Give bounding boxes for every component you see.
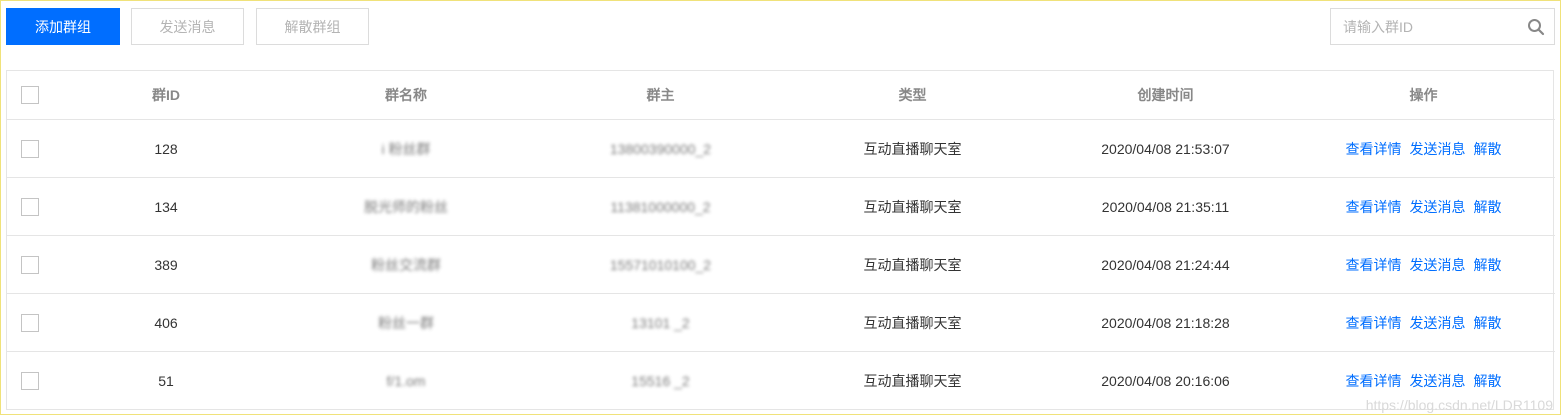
table-row: 389 粉丝交流群 15571010100_2 互动直播聊天室 2020/04/… xyxy=(7,235,1555,294)
dismiss-link[interactable]: 解散 xyxy=(1474,141,1502,157)
group-id-cell: 51 xyxy=(158,372,174,389)
row-checkbox[interactable] xyxy=(21,197,39,216)
send-message-link[interactable]: 发送消息 xyxy=(1410,199,1466,215)
table-row: 134 脱光师的粉丝 11381000000_2 互动直播聊天室 2020/04… xyxy=(7,177,1555,236)
dismiss-link[interactable]: 解散 xyxy=(1474,373,1502,389)
view-details-link[interactable]: 查看详情 xyxy=(1346,315,1402,331)
table-header-row: 群ID 群名称 群主 类型 创建时间 操作 xyxy=(7,71,1555,120)
view-details-link[interactable]: 查看详情 xyxy=(1346,141,1402,157)
header-group-name: 群名称 xyxy=(277,71,535,120)
group-table: 群ID 群名称 群主 类型 创建时间 操作 128 i 粉丝群 13800390… xyxy=(6,70,1555,410)
view-details-link[interactable]: 查看详情 xyxy=(1346,373,1402,389)
row-select-cell xyxy=(7,352,55,410)
group-id-cell: 134 xyxy=(55,177,277,236)
search-icon[interactable] xyxy=(1527,18,1545,36)
owner-cell: 13800390000_2 xyxy=(535,119,786,178)
group-name-cell: i 粉丝群 xyxy=(277,119,535,178)
owner-cell: 15571010100_2 xyxy=(535,235,786,294)
add-group-button[interactable]: 添加群组 xyxy=(6,8,120,45)
actions-cell: 查看详情 发送消息 解散 xyxy=(1292,119,1555,178)
group-id-search-input[interactable] xyxy=(1343,18,1513,36)
row-checkbox[interactable] xyxy=(21,255,39,274)
row-select-cell xyxy=(7,177,55,236)
type-cell: 互动直播聊天室 xyxy=(786,177,1039,236)
row-checkbox[interactable] xyxy=(21,139,39,158)
row-select-cell xyxy=(7,119,55,178)
owner-cell: 13101 _2 xyxy=(535,293,786,352)
send-message-link[interactable]: 发送消息 xyxy=(1410,257,1466,273)
created-at-cell: 2020/04/08 21:35:11 xyxy=(1039,177,1292,236)
created-at-cell: 2020/04/08 20:16:06 xyxy=(1101,372,1230,389)
header-actions: 操作 xyxy=(1292,71,1555,120)
group-name-cell: 粉丝交流群 xyxy=(277,235,535,294)
toolbar: 添加群组 发送消息 解散群组 xyxy=(6,8,1555,45)
owner-cell: 11381000000_2 xyxy=(535,177,786,236)
send-message-button[interactable]: 发送消息 xyxy=(131,8,244,45)
created-at-cell: 2020/04/08 21:53:07 xyxy=(1039,119,1292,178)
view-details-link[interactable]: 查看详情 xyxy=(1346,199,1402,215)
select-all-cell xyxy=(7,71,55,120)
header-group-id: 群ID xyxy=(55,71,277,120)
header-created-at: 创建时间 xyxy=(1039,71,1292,120)
row-select-cell xyxy=(7,293,55,352)
row-select-cell xyxy=(7,235,55,294)
actions-cell: 查看详情 发送消息 解散 xyxy=(1292,177,1555,236)
row-checkbox[interactable] xyxy=(21,371,39,390)
header-type: 类型 xyxy=(786,71,1039,120)
search-box xyxy=(1330,8,1555,45)
group-id-cell: 389 xyxy=(55,235,277,294)
owner-cell: 15516 _2 xyxy=(631,372,690,389)
watermark: https://blog.csdn.net/LDR1109 xyxy=(1365,397,1553,413)
group-name-cell: 粉丝一群 xyxy=(277,293,535,352)
send-message-link[interactable]: 发送消息 xyxy=(1410,373,1466,389)
actions-cell: 查看详情 发送消息 解散 xyxy=(1292,293,1555,352)
send-message-link[interactable]: 发送消息 xyxy=(1410,315,1466,331)
type-cell: 互动直播聊天室 xyxy=(786,235,1039,294)
header-owner: 群主 xyxy=(535,71,786,120)
type-cell: 互动直播聊天室 xyxy=(786,119,1039,178)
group-name-cell: 脱光师的粉丝 xyxy=(277,177,535,236)
view-details-link[interactable]: 查看详情 xyxy=(1346,257,1402,273)
dismiss-link[interactable]: 解散 xyxy=(1474,257,1502,273)
group-id-cell: 406 xyxy=(55,293,277,352)
dismiss-group-button[interactable]: 解散群组 xyxy=(256,8,369,45)
created-at-cell: 2020/04/08 21:24:44 xyxy=(1039,235,1292,294)
table-row: 406 粉丝一群 13101 _2 互动直播聊天室 2020/04/08 21:… xyxy=(7,293,1555,352)
select-all-checkbox[interactable] xyxy=(21,86,39,105)
type-cell: 互动直播聊天室 xyxy=(863,372,962,389)
dismiss-link[interactable]: 解散 xyxy=(1474,315,1502,331)
row-checkbox[interactable] xyxy=(21,313,39,332)
type-cell: 互动直播聊天室 xyxy=(786,293,1039,352)
table-row: 51 f/1.om 15516 _2 互动直播聊天室 2020/04/08 20… xyxy=(7,352,1555,410)
dismiss-link[interactable]: 解散 xyxy=(1474,199,1502,215)
group-name-cell: f/1.om xyxy=(386,372,426,389)
send-message-link[interactable]: 发送消息 xyxy=(1410,141,1466,157)
table-row: 128 i 粉丝群 13800390000_2 互动直播聊天室 2020/04/… xyxy=(7,119,1555,178)
actions-cell: 查看详情 发送消息 解散 xyxy=(1292,235,1555,294)
group-id-cell: 128 xyxy=(55,119,277,178)
created-at-cell: 2020/04/08 21:18:28 xyxy=(1039,293,1292,352)
